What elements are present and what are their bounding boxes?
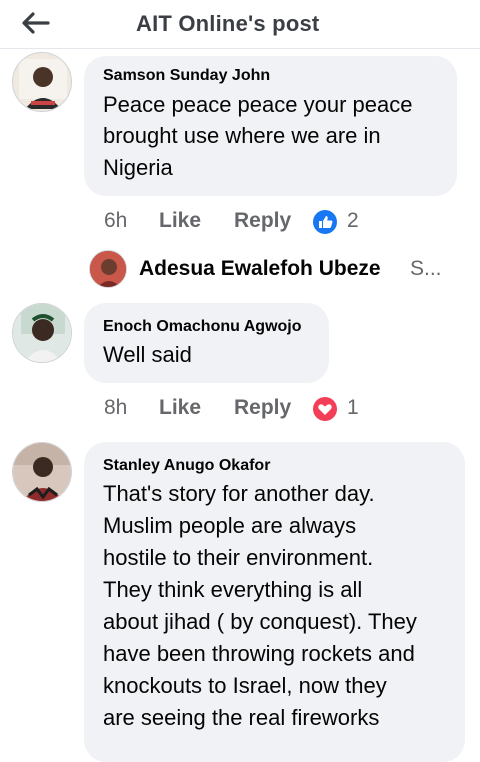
comment-text-line: have been throwing rockets and bbox=[103, 641, 415, 666]
comment-author[interactable]: Samson Sunday John bbox=[103, 67, 270, 85]
page-title: AIT Online's post bbox=[136, 11, 320, 36]
like-icon[interactable] bbox=[313, 210, 337, 234]
comment-text-line: hostile to their environment. bbox=[103, 545, 374, 570]
avatar[interactable] bbox=[12, 303, 72, 363]
comment-time: 6h bbox=[104, 209, 128, 232]
comment-text-line: Peace peace peace your peace bbox=[103, 92, 413, 117]
avatar[interactable] bbox=[12, 442, 72, 502]
reaction-count[interactable]: 1 bbox=[347, 396, 359, 420]
reaction-count[interactable]: 2 bbox=[347, 209, 359, 233]
comment-text-line: Nigeria bbox=[103, 155, 173, 180]
reply-preview-snippet[interactable]: S... bbox=[410, 257, 442, 281]
reply-button[interactable]: Reply bbox=[234, 209, 291, 233]
comment-text-line: They think everything is all bbox=[103, 577, 363, 602]
comment-bubble[interactable]: Samson Sunday John Peace peace peace you… bbox=[84, 56, 457, 196]
avatar[interactable] bbox=[12, 52, 72, 112]
comment-text-line: That's story for another day. bbox=[103, 481, 375, 506]
comment-text-line: Muslim people are always bbox=[103, 513, 357, 538]
comment-bubble[interactable]: Enoch Omachonu Agwojo Well said bbox=[84, 303, 329, 383]
top-bar: AIT Online's post bbox=[0, 0, 480, 49]
comment-author[interactable]: Stanley Anugo Okafor bbox=[103, 457, 270, 475]
reply-avatar[interactable] bbox=[89, 250, 127, 288]
comment-author[interactable]: Enoch Omachonu Agwojo bbox=[103, 318, 302, 336]
love-icon[interactable] bbox=[313, 397, 337, 421]
comment-text-line: about jihad ( by conquest). They bbox=[103, 609, 417, 634]
comment-text-line: knockouts to Israel, now they bbox=[103, 673, 387, 698]
comment-time: 8h bbox=[104, 396, 128, 419]
reply-preview-author[interactable]: Adesua Ewalefoh Ubeze bbox=[139, 257, 381, 281]
reply-button[interactable]: Reply bbox=[234, 396, 291, 420]
like-button[interactable]: Like bbox=[159, 396, 201, 420]
comment-text-line: Well said bbox=[103, 342, 192, 367]
like-button[interactable]: Like bbox=[159, 209, 201, 233]
comment-text-line: brought use where we are in bbox=[103, 123, 381, 148]
back-arrow-icon[interactable] bbox=[18, 9, 52, 37]
comment-bubble[interactable]: Stanley Anugo Okafor That's story for an… bbox=[84, 442, 465, 762]
